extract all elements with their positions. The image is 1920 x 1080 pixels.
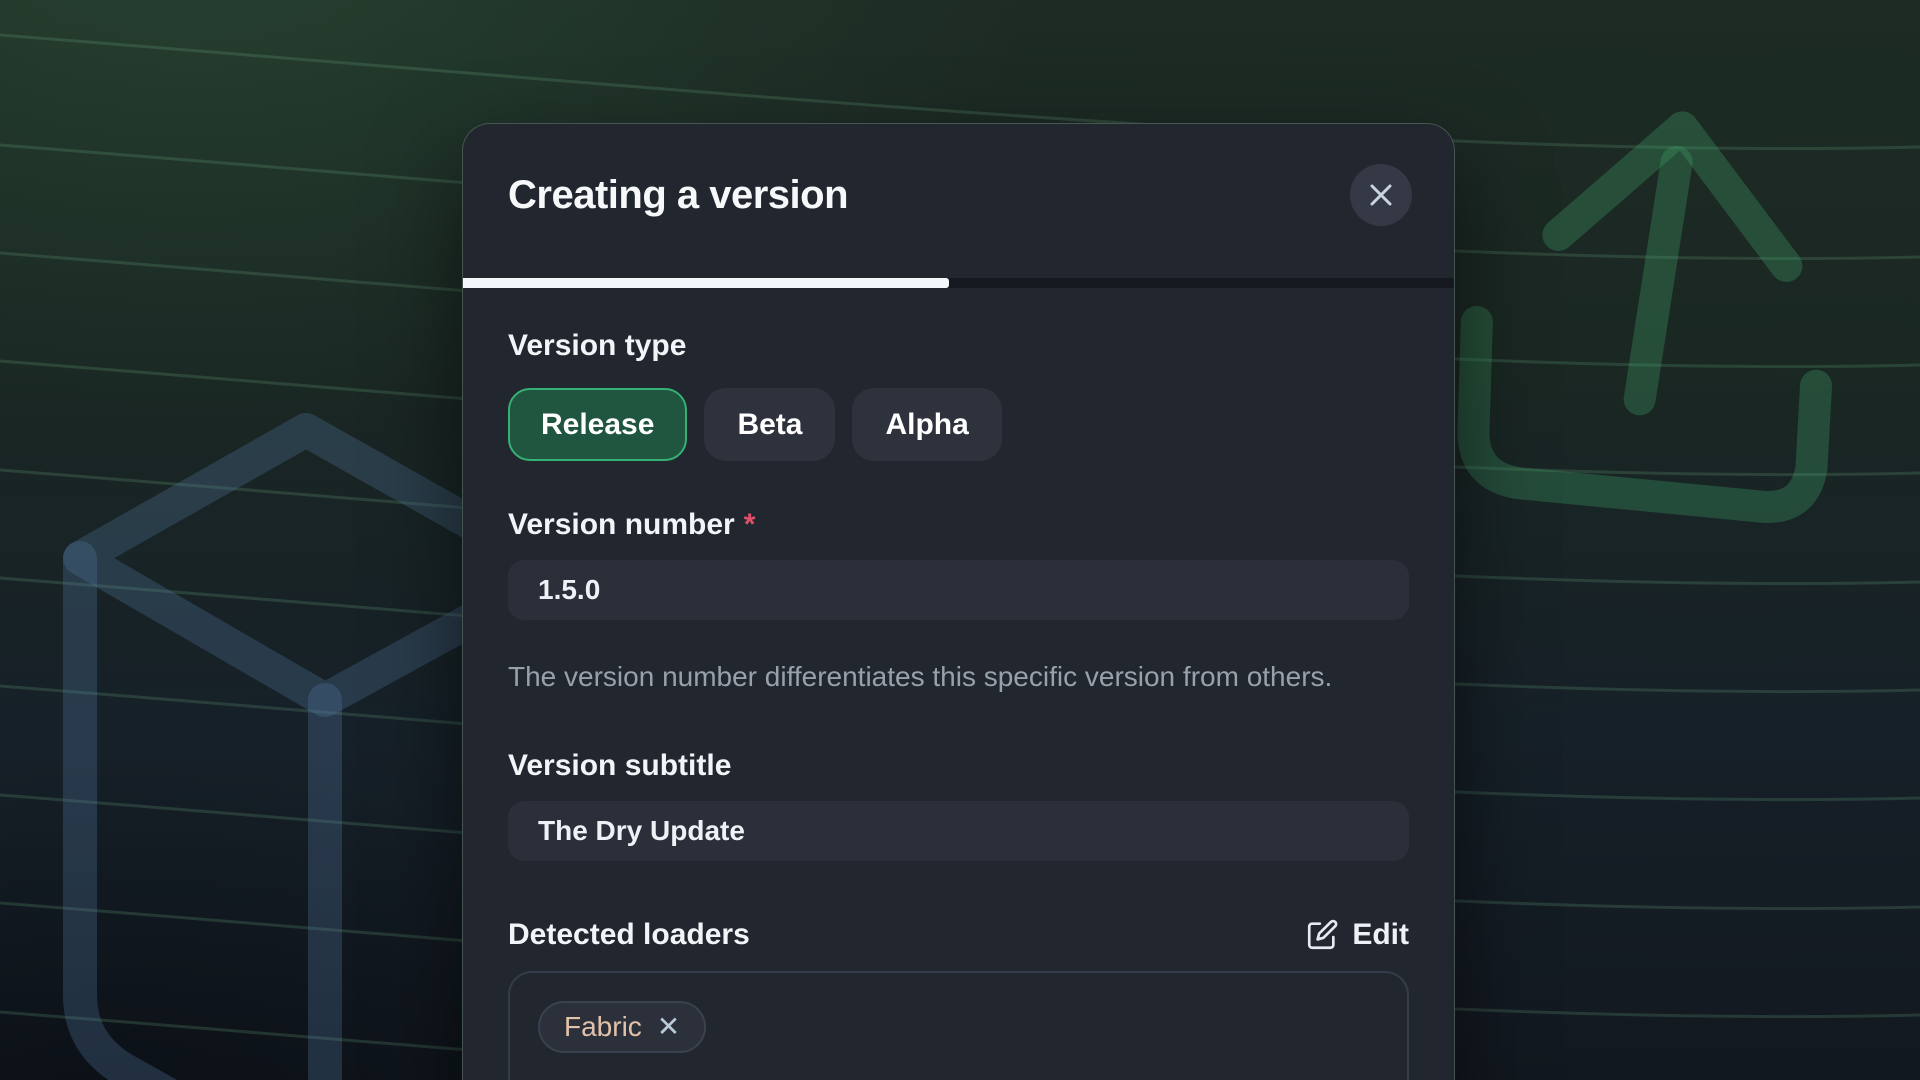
version-subtitle-section: Version subtitle [508,748,1409,861]
version-subtitle-label: Version subtitle [508,748,1409,784]
version-type-alpha-button[interactable]: Alpha [852,388,1001,461]
loaders-box: Fabric ✕ [508,971,1409,1080]
loader-chip-fabric: Fabric ✕ [538,1001,706,1053]
version-number-help: The version number differentiates this s… [508,658,1388,695]
version-type-options: Release Beta Alpha [508,388,1409,461]
version-type-release-button[interactable]: Release [508,388,687,461]
loader-chip-label: Fabric [564,1011,642,1043]
version-number-input[interactable] [508,560,1409,620]
close-icon [1367,181,1395,209]
close-button[interactable] [1350,164,1412,226]
detected-loaders-header: Detected loaders Edit [508,917,1409,953]
modal-content: Version type Release Beta Alpha Version … [463,288,1454,1080]
version-type-beta-button[interactable]: Beta [704,388,835,461]
detected-loaders-section: Detected loaders Edit Fabric ✕ [508,917,1409,1080]
required-asterisk: * [744,508,756,541]
version-number-label: Version number* [508,507,1409,543]
version-type-section: Version type Release Beta Alpha [508,328,1409,461]
version-type-label: Version type [508,328,1409,364]
edit-loaders-button[interactable]: Edit [1305,918,1409,952]
progress-bar [463,278,1454,288]
edit-button-label: Edit [1352,918,1409,952]
create-version-modal: Creating a version Version type Release … [462,123,1455,1080]
modal-header: Creating a version [463,124,1454,278]
page-background: Creating a version Version type Release … [0,0,1920,1080]
version-subtitle-input[interactable] [508,801,1409,861]
modal-title: Creating a version [508,170,848,220]
detected-loaders-label: Detected loaders [508,917,750,953]
progress-fill [463,278,949,288]
remove-icon: ✕ [657,1011,680,1042]
upload-icon [1461,108,1846,513]
version-number-section: Version number* The version number diffe… [508,507,1409,695]
remove-loader-button[interactable]: ✕ [657,1013,680,1041]
edit-icon [1305,918,1339,952]
